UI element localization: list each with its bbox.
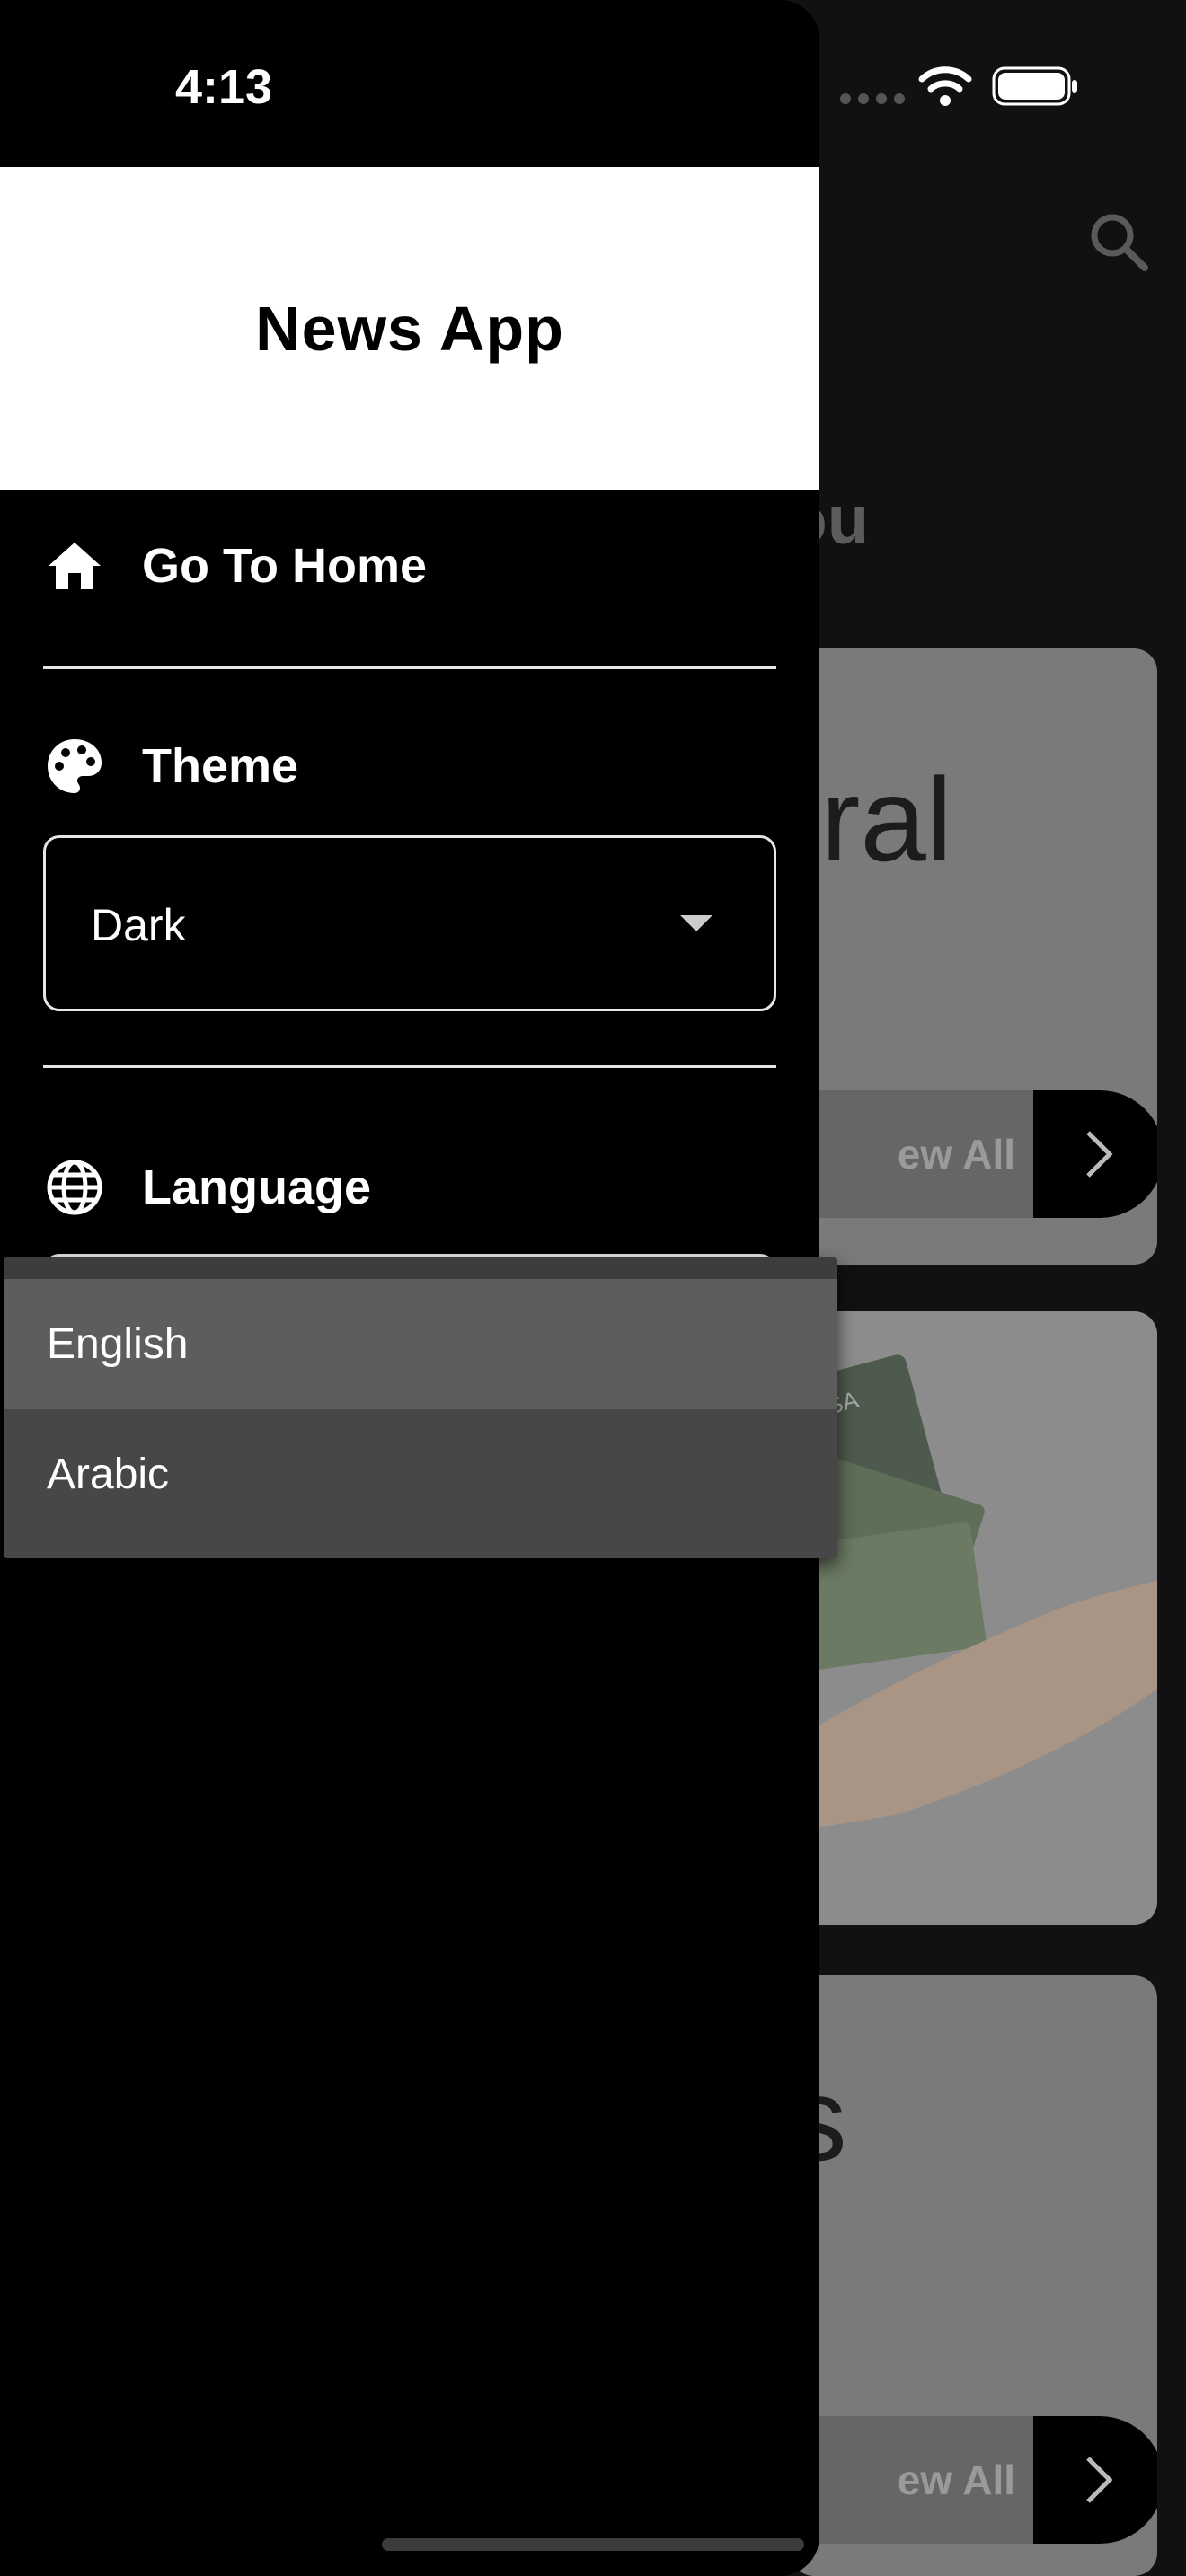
- globe-icon: [43, 1156, 106, 1219]
- go-to-home-label: Go To Home: [142, 539, 427, 593]
- caret-down-icon: [680, 915, 712, 931]
- divider: [43, 1065, 776, 1068]
- view-all-button[interactable]: ew All: [791, 1090, 1157, 1218]
- language-label: Language: [142, 1160, 372, 1214]
- category-card[interactable]: eral ew All: [791, 648, 1157, 1265]
- drawer-header: News App: [0, 167, 819, 490]
- language-option-english[interactable]: English: [4, 1279, 837, 1409]
- language-option-arabic[interactable]: Arabic: [4, 1409, 837, 1539]
- theme-selected-value: Dark: [91, 900, 186, 950]
- money-hand-image: VISA: [791, 1311, 1157, 1925]
- go-to-home-item[interactable]: Go To Home: [43, 534, 427, 597]
- search-icon[interactable]: [1087, 210, 1150, 273]
- palette-icon: [43, 735, 106, 798]
- home-icon: [43, 534, 106, 597]
- category-card[interactable]: ts ew All: [791, 1975, 1157, 2576]
- language-dropdown-menu: English Arabic: [4, 1257, 837, 1558]
- battery-icon: [992, 66, 1077, 106]
- status-time: 4:13: [175, 60, 273, 114]
- category-card-image[interactable]: VISA: [791, 1311, 1157, 1925]
- chevron-right-icon: [1033, 1090, 1157, 1218]
- wifi-icon: [918, 66, 972, 106]
- home-indicator: [382, 2538, 804, 2551]
- view-all-button[interactable]: ew All: [791, 2416, 1157, 2544]
- chevron-right-icon: [1033, 2416, 1157, 2544]
- view-all-label: ew All: [791, 1090, 1069, 1218]
- dropdown-menu-top: [4, 1257, 837, 1279]
- theme-label: Theme: [142, 739, 299, 793]
- theme-dropdown[interactable]: Dark: [43, 835, 776, 1011]
- signal-icon: [840, 93, 905, 104]
- drawer-title: News App: [255, 293, 564, 364]
- view-all-label: ew All: [791, 2416, 1069, 2544]
- language-item: Language: [43, 1156, 371, 1219]
- theme-item: Theme: [43, 735, 298, 798]
- divider: [43, 666, 776, 669]
